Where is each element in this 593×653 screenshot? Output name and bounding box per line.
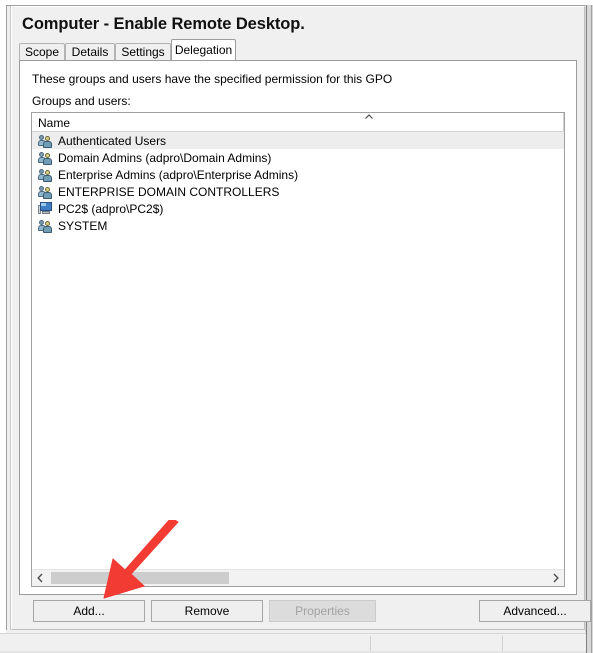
gpo-properties-panel: Computer - Enable Remote Desktop. Scope … (11, 6, 591, 630)
column-header-name[interactable]: Name (38, 116, 70, 130)
group-icon (38, 218, 54, 233)
delegation-tab-page: These groups and users have the specifie… (19, 60, 577, 595)
scrollbar-thumb[interactable] (51, 572, 229, 584)
list-item-label: SYSTEM (58, 218, 108, 233)
list-item[interactable]: ENTERPRISE DOMAIN CONTROLLERS (32, 183, 564, 200)
tab-scope-label: Scope (24, 45, 60, 59)
status-bar (0, 633, 586, 653)
computer-icon (38, 201, 54, 216)
list-item-label: Authenticated Users (58, 133, 167, 148)
list-column-header-row: Name (32, 113, 564, 132)
properties-button: Properties (269, 600, 376, 622)
application-window: Computer - Enable Remote Desktop. Scope … (0, 0, 593, 653)
list-item-label: Enterprise Admins (adpro\Enterprise Admi… (58, 167, 299, 182)
chevron-right-icon[interactable] (547, 570, 564, 586)
add-button-label: Add... (73, 604, 105, 618)
list-item[interactable]: Enterprise Admins (adpro\Enterprise Admi… (32, 166, 564, 183)
permission-description: These groups and users have the specifie… (32, 72, 393, 86)
tab-delegation-label: Delegation (174, 43, 233, 57)
chevron-up-icon (362, 111, 376, 123)
tab-settings-label: Settings (121, 45, 165, 59)
remove-button[interactable]: Remove (151, 600, 263, 622)
list-item-label: PC2$ (adpro\PC2$) (58, 201, 164, 216)
window-right-rail-line-inner (591, 5, 592, 653)
groups-and-users-list[interactable]: Name Authenticated Users Domain Admins (a… (31, 112, 565, 587)
list-item[interactable]: SYSTEM (32, 217, 564, 234)
list-item[interactable]: Domain Admins (adpro\Domain Admins) (32, 149, 564, 166)
tab-settings[interactable]: Settings (115, 43, 171, 60)
groups-and-users-label: Groups and users: (32, 94, 131, 108)
window-right-rail-line-outer (586, 5, 587, 653)
properties-button-label: Properties (295, 604, 350, 618)
page-title: Computer - Enable Remote Desktop. (22, 15, 305, 33)
list-item[interactable]: PC2$ (adpro\PC2$) (32, 200, 564, 217)
advanced-button[interactable]: Advanced... (479, 600, 591, 622)
horizontal-scrollbar[interactable] (32, 569, 564, 586)
dialog-button-bar: Add... Remove Properties Advanced... (19, 600, 591, 624)
list-item[interactable]: Authenticated Users (32, 132, 564, 149)
tab-strip: Scope Details Settings Delegation (19, 39, 577, 60)
frame-line-outer (6, 5, 7, 630)
status-bar-separator-1 (370, 636, 371, 652)
tab-details[interactable]: Details (65, 43, 115, 60)
list-rows-container: Authenticated Users Domain Admins (adpro\… (32, 132, 564, 586)
column-header-divider (563, 113, 564, 132)
tab-details-label: Details (71, 45, 109, 59)
tab-delegation[interactable]: Delegation (171, 39, 236, 60)
group-icon (38, 150, 54, 165)
group-icon (38, 133, 54, 148)
list-item-label: Domain Admins (adpro\Domain Admins) (58, 150, 272, 165)
group-icon (38, 184, 54, 199)
chevron-left-icon[interactable] (32, 570, 49, 586)
add-button[interactable]: Add... (33, 600, 145, 622)
list-item-label: ENTERPRISE DOMAIN CONTROLLERS (58, 184, 280, 199)
group-icon (38, 167, 54, 182)
remove-button-label: Remove (184, 604, 230, 618)
status-bar-separator-2 (502, 636, 503, 652)
tab-scope[interactable]: Scope (19, 43, 65, 60)
advanced-button-label: Advanced... (503, 604, 567, 618)
